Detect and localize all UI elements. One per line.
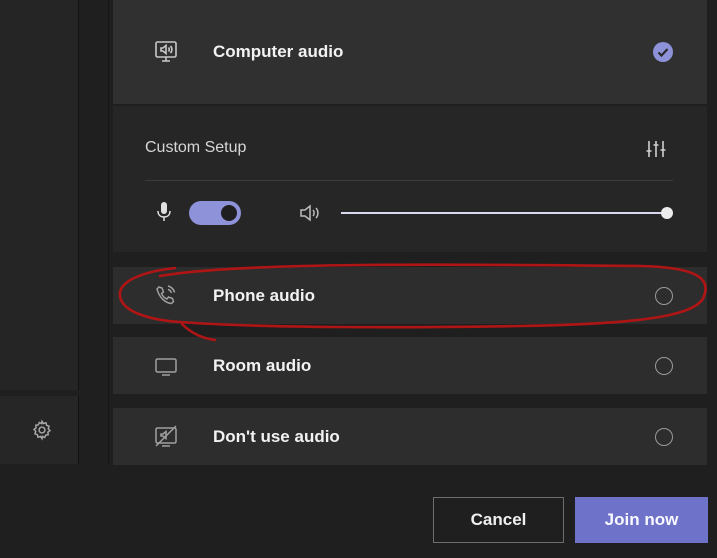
microphone-icon	[157, 202, 171, 222]
computer-speaker-icon	[153, 39, 179, 65]
checkmark-icon	[653, 42, 673, 62]
column-divider	[108, 0, 109, 464]
custom-setup-panel: Custom Setup	[113, 106, 707, 252]
side-panel	[0, 0, 79, 390]
cancel-button[interactable]: Cancel	[433, 497, 564, 543]
phone-audio-radio[interactable]	[655, 286, 673, 305]
no-audio-icon	[153, 424, 179, 450]
speaker-icon	[299, 204, 323, 222]
phone-audio-label: Phone audio	[213, 285, 315, 305]
computer-audio-label: Computer audio	[213, 42, 344, 61]
phone-audio-option[interactable]: Phone audio	[113, 267, 707, 324]
dont-use-audio-radio[interactable]	[655, 427, 673, 446]
phone-icon	[153, 283, 179, 309]
gear-icon[interactable]	[31, 419, 53, 441]
computer-audio-option[interactable]: Computer audio	[113, 0, 707, 104]
custom-setup-title: Custom Setup	[145, 139, 247, 156]
room-audio-radio[interactable]	[655, 356, 673, 375]
microphone-toggle[interactable]	[189, 201, 241, 225]
toggle-knob	[221, 205, 237, 221]
join-now-button[interactable]: Join now	[575, 497, 708, 543]
mixer-icon[interactable]	[645, 139, 667, 159]
room-display-icon	[153, 353, 179, 379]
dont-use-audio-option[interactable]: Don't use audio	[113, 408, 707, 465]
volume-slider-thumb[interactable]	[661, 207, 673, 219]
custom-setup-divider	[145, 180, 673, 181]
speaker-volume-slider[interactable]	[341, 212, 667, 214]
room-audio-label: Room audio	[213, 355, 312, 375]
dont-use-audio-label: Don't use audio	[213, 426, 340, 446]
room-audio-option[interactable]: Room audio	[113, 337, 707, 394]
